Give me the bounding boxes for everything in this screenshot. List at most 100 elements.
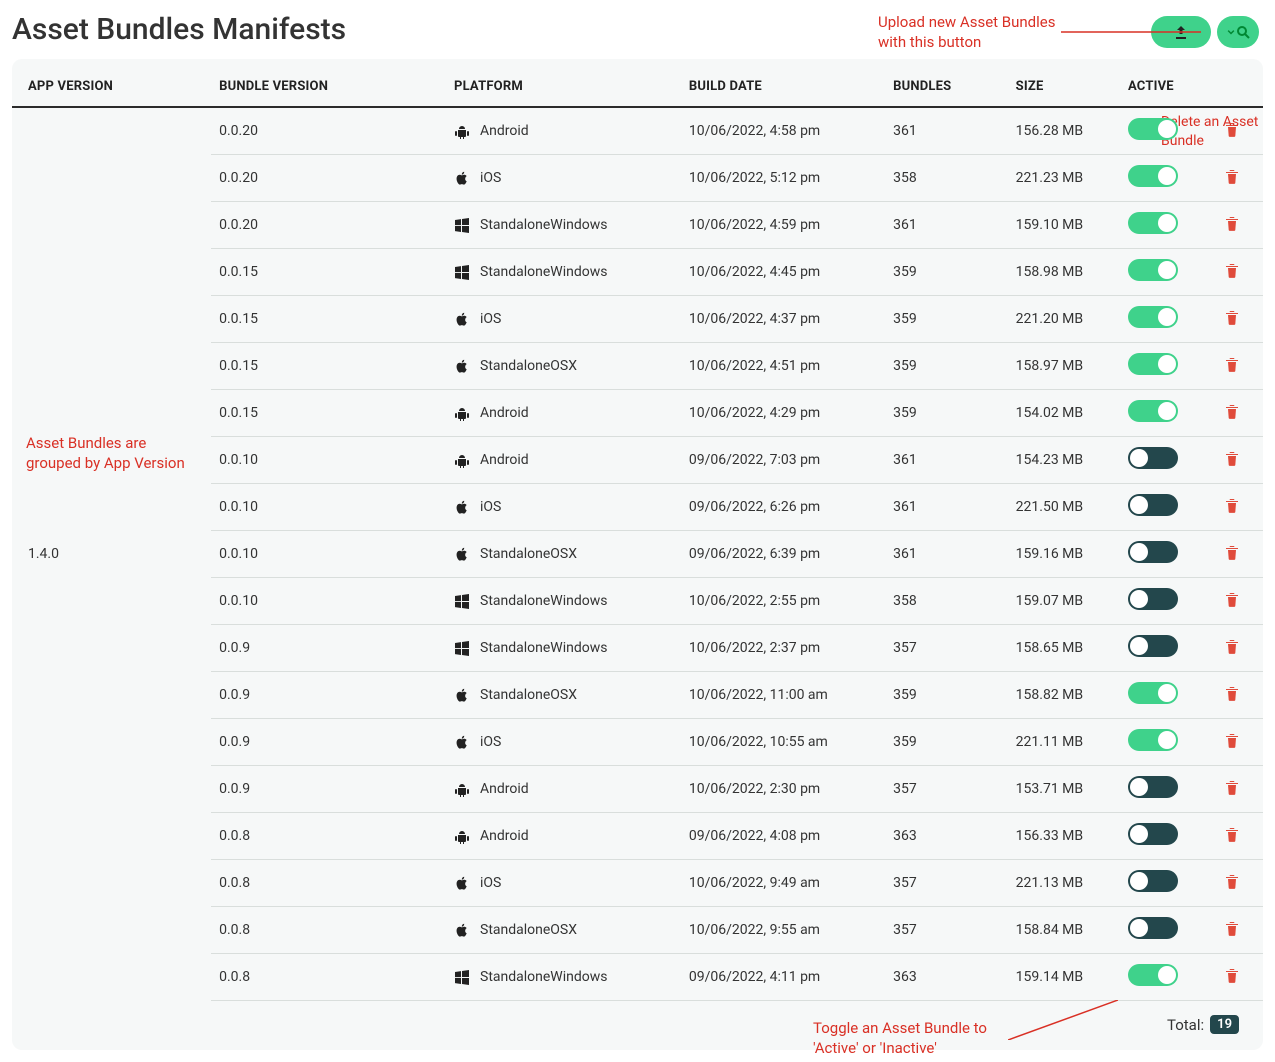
build-date-cell: 09/06/2022, 4:08 pm bbox=[681, 813, 885, 860]
active-cell bbox=[1120, 531, 1202, 578]
active-toggle[interactable] bbox=[1128, 635, 1178, 657]
size-cell: 221.11 MB bbox=[1008, 719, 1120, 766]
platform-cell: iOS bbox=[446, 484, 681, 531]
col-platform: PLATFORM bbox=[446, 65, 681, 107]
bundle-version-cell: 0.0.20 bbox=[211, 155, 446, 202]
active-cell bbox=[1120, 954, 1202, 1001]
delete-button[interactable] bbox=[1224, 543, 1240, 561]
active-toggle[interactable] bbox=[1128, 212, 1178, 234]
platform-cell: iOS bbox=[446, 860, 681, 907]
bundles-cell: 361 bbox=[885, 437, 1008, 484]
platform-label: StandaloneOSX bbox=[480, 358, 577, 374]
delete-button[interactable] bbox=[1224, 449, 1240, 467]
active-toggle[interactable] bbox=[1128, 118, 1178, 140]
android-icon bbox=[454, 452, 470, 468]
delete-button[interactable] bbox=[1224, 966, 1240, 984]
bundles-cell: 359 bbox=[885, 672, 1008, 719]
build-date-cell: 09/06/2022, 7:03 pm bbox=[681, 437, 885, 484]
size-cell: 156.33 MB bbox=[1008, 813, 1120, 860]
delete-cell bbox=[1202, 625, 1263, 672]
delete-button[interactable] bbox=[1224, 919, 1240, 937]
bundle-version-cell: 0.0.8 bbox=[211, 954, 446, 1001]
active-toggle[interactable] bbox=[1128, 494, 1178, 516]
build-date-cell: 10/06/2022, 10:55 am bbox=[681, 719, 885, 766]
build-date-cell: 10/06/2022, 11:00 am bbox=[681, 672, 885, 719]
platform-cell: StandaloneWindows bbox=[446, 578, 681, 625]
delete-button[interactable] bbox=[1224, 590, 1240, 608]
delete-button[interactable] bbox=[1224, 261, 1240, 279]
delete-button[interactable] bbox=[1224, 637, 1240, 655]
delete-button[interactable] bbox=[1224, 872, 1240, 890]
active-toggle[interactable] bbox=[1128, 823, 1178, 845]
delete-button[interactable] bbox=[1224, 355, 1240, 373]
upload-button[interactable] bbox=[1151, 16, 1211, 48]
size-cell: 221.20 MB bbox=[1008, 296, 1120, 343]
bundle-version-cell: 0.0.10 bbox=[211, 531, 446, 578]
platform-cell: iOS bbox=[446, 719, 681, 766]
delete-button[interactable] bbox=[1224, 120, 1240, 138]
platform-cell: Android bbox=[446, 107, 681, 155]
bundles-cell: 357 bbox=[885, 860, 1008, 907]
delete-cell bbox=[1202, 531, 1263, 578]
bundles-cell: 361 bbox=[885, 202, 1008, 249]
platform-label: Android bbox=[480, 452, 529, 468]
windows-icon bbox=[454, 969, 470, 985]
col-delete bbox=[1202, 65, 1263, 107]
delete-cell bbox=[1202, 343, 1263, 390]
bundles-cell: 357 bbox=[885, 766, 1008, 813]
android-icon bbox=[454, 828, 470, 844]
search-button[interactable] bbox=[1217, 16, 1259, 48]
active-cell bbox=[1120, 202, 1202, 249]
size-cell: 154.23 MB bbox=[1008, 437, 1120, 484]
page-title: Asset Bundles Manifests bbox=[12, 12, 346, 47]
size-cell: 158.98 MB bbox=[1008, 249, 1120, 296]
size-cell: 221.13 MB bbox=[1008, 860, 1120, 907]
active-toggle[interactable] bbox=[1128, 353, 1178, 375]
active-toggle[interactable] bbox=[1128, 588, 1178, 610]
active-toggle[interactable] bbox=[1128, 682, 1178, 704]
platform-cell: Android bbox=[446, 766, 681, 813]
bundles-cell: 359 bbox=[885, 296, 1008, 343]
delete-cell bbox=[1202, 390, 1263, 437]
android-icon bbox=[454, 123, 470, 139]
table-row: 1.4.00.0.20Android10/06/2022, 4:58 pm361… bbox=[12, 107, 1263, 155]
delete-button[interactable] bbox=[1224, 402, 1240, 420]
bundles-cell: 363 bbox=[885, 954, 1008, 1001]
delete-button[interactable] bbox=[1224, 214, 1240, 232]
build-date-cell: 10/06/2022, 4:29 pm bbox=[681, 390, 885, 437]
bundle-version-cell: 0.0.15 bbox=[211, 296, 446, 343]
active-cell bbox=[1120, 343, 1202, 390]
delete-button[interactable] bbox=[1224, 167, 1240, 185]
bundles-cell: 359 bbox=[885, 249, 1008, 296]
active-toggle[interactable] bbox=[1128, 306, 1178, 328]
upload-icon bbox=[1173, 24, 1189, 40]
active-toggle[interactable] bbox=[1128, 870, 1178, 892]
active-toggle[interactable] bbox=[1128, 917, 1178, 939]
delete-button[interactable] bbox=[1224, 731, 1240, 749]
active-toggle[interactable] bbox=[1128, 729, 1178, 751]
active-cell bbox=[1120, 813, 1202, 860]
active-cell bbox=[1120, 155, 1202, 202]
delete-button[interactable] bbox=[1224, 778, 1240, 796]
bundle-version-cell: 0.0.15 bbox=[211, 390, 446, 437]
active-toggle[interactable] bbox=[1128, 964, 1178, 986]
platform-label: StandaloneOSX bbox=[480, 687, 577, 703]
active-toggle[interactable] bbox=[1128, 400, 1178, 422]
build-date-cell: 09/06/2022, 6:39 pm bbox=[681, 531, 885, 578]
platform-cell: Android bbox=[446, 390, 681, 437]
windows-icon bbox=[454, 217, 470, 233]
active-toggle[interactable] bbox=[1128, 165, 1178, 187]
delete-button[interactable] bbox=[1224, 684, 1240, 702]
active-toggle[interactable] bbox=[1128, 259, 1178, 281]
delete-button[interactable] bbox=[1224, 308, 1240, 326]
active-toggle[interactable] bbox=[1128, 447, 1178, 469]
bundles-cell: 361 bbox=[885, 107, 1008, 155]
delete-button[interactable] bbox=[1224, 825, 1240, 843]
active-toggle[interactable] bbox=[1128, 776, 1178, 798]
delete-button[interactable] bbox=[1224, 496, 1240, 514]
platform-cell: iOS bbox=[446, 155, 681, 202]
active-cell bbox=[1120, 766, 1202, 813]
active-toggle[interactable] bbox=[1128, 541, 1178, 563]
delete-cell bbox=[1202, 766, 1263, 813]
delete-cell bbox=[1202, 719, 1263, 766]
